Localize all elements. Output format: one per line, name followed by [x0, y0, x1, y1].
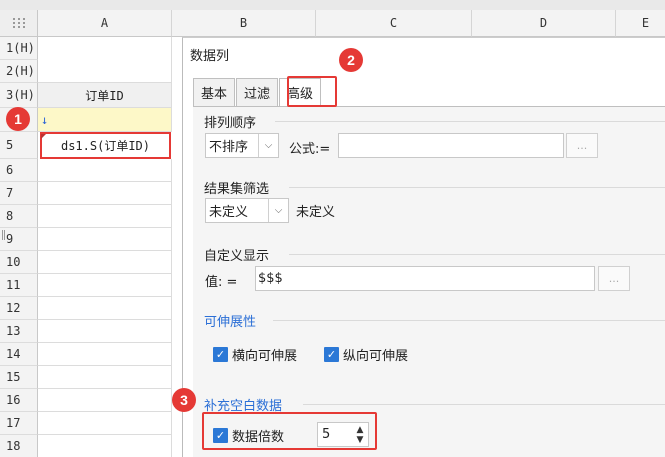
select-all-corner[interactable]	[0, 10, 38, 37]
advanced-tab-panel: 排列顺序 不排序 ⌵ 公式:= ... 结果集筛选 未定义 ⌵ 未定义 自定义显…	[193, 106, 665, 457]
row-header[interactable]: 13	[0, 320, 38, 343]
row-header[interactable]: 1(H)	[0, 37, 38, 60]
row-header[interactable]: 17	[0, 412, 38, 435]
formula-browse-button[interactable]: ...	[566, 133, 598, 158]
row-header[interactable]: 8	[0, 205, 38, 228]
cell[interactable]	[38, 435, 172, 457]
divider	[289, 187, 665, 188]
cell[interactable]	[38, 389, 172, 412]
cell-marker-icon	[41, 134, 46, 139]
vertical-expand-label: 纵向可伸展	[343, 349, 409, 364]
row-header[interactable]: 15	[0, 366, 38, 389]
highlight-data-multiple	[202, 412, 377, 450]
row-header[interactable]: 2(H)	[0, 60, 38, 83]
display-value-input[interactable]: $$$	[255, 266, 595, 291]
cell[interactable]	[38, 412, 172, 435]
cell[interactable]	[38, 297, 172, 320]
cell[interactable]	[38, 205, 172, 228]
cell-a4[interactable]: ↓	[38, 108, 172, 132]
sort-order-select[interactable]: 不排序 ⌵	[205, 133, 279, 158]
column-header-c[interactable]: C	[316, 10, 472, 37]
row-header[interactable]: 10	[0, 251, 38, 274]
divider	[303, 404, 665, 405]
checkmark-icon: ✓	[213, 347, 228, 362]
chevron-down-icon: ⌵	[268, 199, 288, 222]
data-column-dialog: 数据列 基本 过滤 高级 排列顺序 不排序 ⌵ 公式:= ... 结果集筛选 未…	[182, 37, 665, 457]
display-browse-button[interactable]: ...	[598, 266, 630, 291]
chevron-down-icon: ⌵	[258, 134, 278, 157]
sort-order-value: 不排序	[209, 140, 249, 155]
tab-filter[interactable]: 过滤	[236, 78, 279, 106]
splitter-handle[interactable]	[2, 230, 5, 240]
row-header[interactable]: 18	[0, 435, 38, 457]
custom-display-label: 自定义显示	[204, 249, 270, 264]
column-header-e[interactable]: E	[616, 10, 665, 37]
cell[interactable]	[38, 251, 172, 274]
row-header[interactable]: 9	[0, 228, 38, 251]
cell-a5-selected[interactable]: ds1.S(订单ID)	[40, 132, 171, 159]
formula-label: 公式:=	[289, 142, 331, 157]
row-header[interactable]: 6	[0, 159, 38, 182]
step-badge-1: 1	[6, 107, 30, 131]
cell[interactable]	[38, 228, 172, 251]
step-badge-3: 3	[172, 388, 196, 412]
row-header[interactable]: 16	[0, 389, 38, 412]
highlight-advanced-tab	[287, 76, 337, 107]
vertical-expand-checkbox[interactable]: ✓ 纵向可伸展	[324, 345, 408, 364]
toolbar-strip	[0, 0, 665, 10]
row-header[interactable]: 12	[0, 297, 38, 320]
cell-a1-a2[interactable]	[38, 37, 172, 83]
horizontal-expand-checkbox[interactable]: ✓ 横向可伸展	[213, 345, 297, 364]
expand-group-label: 可伸展性	[204, 315, 257, 330]
cell[interactable]	[38, 320, 172, 343]
formula-input[interactable]	[338, 133, 564, 158]
cell[interactable]	[38, 366, 172, 389]
tab-basic[interactable]: 基本	[193, 78, 236, 106]
row-header[interactable]: 11	[0, 274, 38, 297]
column-header-b[interactable]: B	[172, 10, 316, 37]
result-filter-value: 未定义	[209, 205, 249, 220]
result-filter-select[interactable]: 未定义 ⌵	[205, 198, 289, 223]
horizontal-expand-label: 横向可伸展	[232, 349, 298, 364]
step-badge-2: 2	[339, 48, 363, 72]
dialog-title: 数据列	[190, 49, 230, 64]
divider	[275, 121, 665, 122]
row-header[interactable]: 5	[0, 132, 38, 159]
row-header[interactable]: 14	[0, 343, 38, 366]
filter-group-label: 结果集筛选	[204, 182, 270, 197]
row-header[interactable]: 7	[0, 182, 38, 205]
column-header-a[interactable]: A	[38, 10, 172, 37]
checkmark-icon: ✓	[324, 347, 339, 362]
divider	[289, 254, 665, 255]
cell-a3-header[interactable]: 订单ID	[38, 83, 172, 108]
cell[interactable]	[38, 274, 172, 297]
cell[interactable]	[38, 159, 172, 182]
cell[interactable]	[38, 343, 172, 366]
row-header[interactable]: 3(H)	[0, 83, 38, 108]
grid-icon	[12, 18, 25, 28]
value-label: 值: =	[205, 275, 238, 290]
result-filter-text: 未定义	[296, 205, 336, 220]
cell[interactable]	[38, 182, 172, 205]
divider	[273, 320, 665, 321]
column-header-d[interactable]: D	[472, 10, 616, 37]
sort-group-label: 排列顺序	[204, 116, 257, 131]
expand-down-arrow-icon: ↓	[41, 112, 49, 127]
